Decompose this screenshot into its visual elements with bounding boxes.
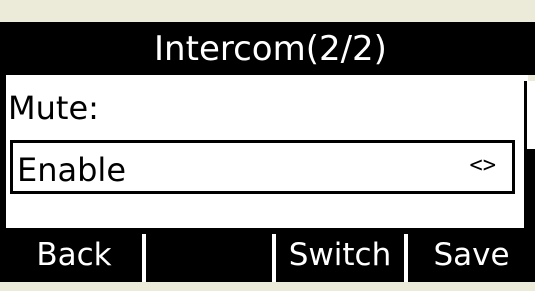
softkey-back[interactable]: Back: [6, 228, 142, 282]
scrollbar[interactable]: [524, 81, 535, 228]
title-bar: Intercom(2/2): [6, 22, 535, 75]
page-title: Intercom(2/2): [154, 28, 387, 69]
mute-value-selector[interactable]: Enable <>: [10, 140, 515, 194]
softkey-switch[interactable]: Switch: [276, 228, 404, 282]
phone-lcd-screen: Intercom(2/2) Mute: Enable <> Back Switc…: [0, 0, 535, 291]
scrollbar-thumb[interactable]: [527, 149, 535, 228]
softkey-save[interactable]: Save: [408, 228, 535, 282]
softkey-empty[interactable]: [146, 228, 272, 282]
field-label-mute: Mute:: [8, 89, 99, 127]
left-right-arrows-icon: <>: [469, 153, 497, 178]
mute-value: Enable: [17, 151, 126, 189]
softkey-bar: Back Switch Save: [6, 228, 535, 282]
